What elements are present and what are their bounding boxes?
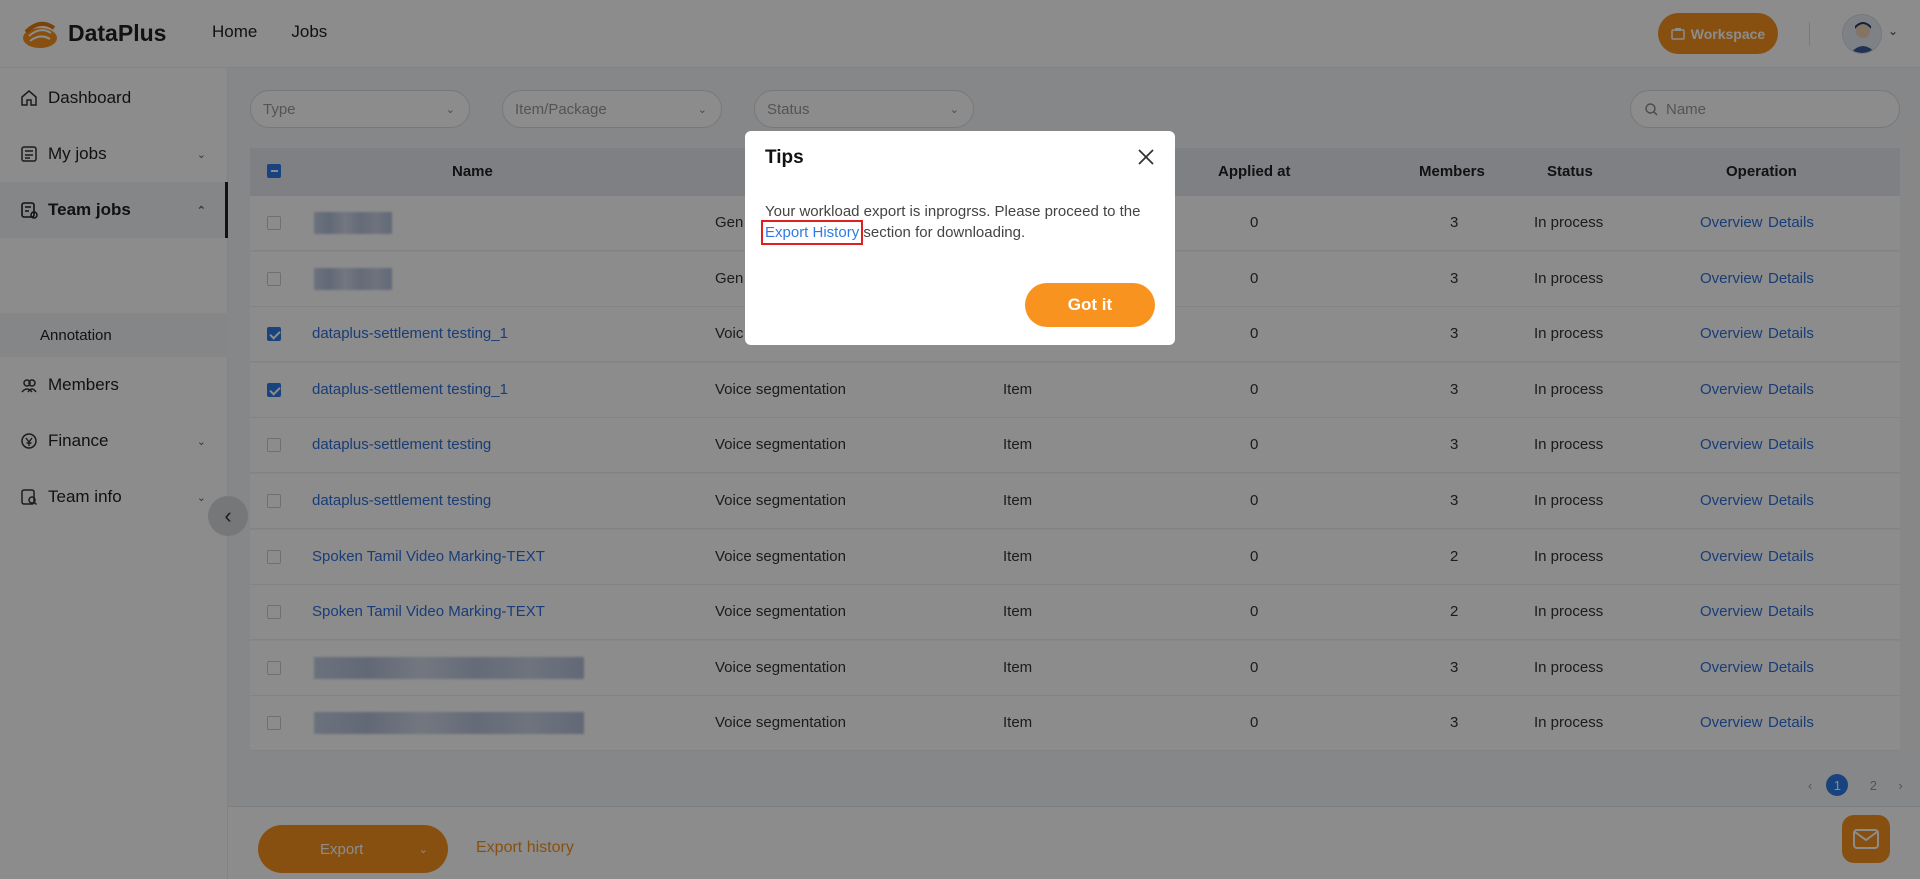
modal-title: Tips xyxy=(765,147,804,168)
tips-modal: Tips Your workload export is inprogrss. … xyxy=(745,131,1175,345)
export-history-modal-link[interactable]: Export History xyxy=(760,220,864,245)
close-icon[interactable] xyxy=(1134,145,1158,169)
modal-text-before: Your workload export is inprogrss. Pleas… xyxy=(765,203,1141,220)
modal-message: Your workload export is inprogrss. Pleas… xyxy=(760,201,1155,245)
modal-text-after: section for downloading. xyxy=(859,224,1026,241)
got-it-button[interactable]: Got it xyxy=(1025,283,1155,327)
